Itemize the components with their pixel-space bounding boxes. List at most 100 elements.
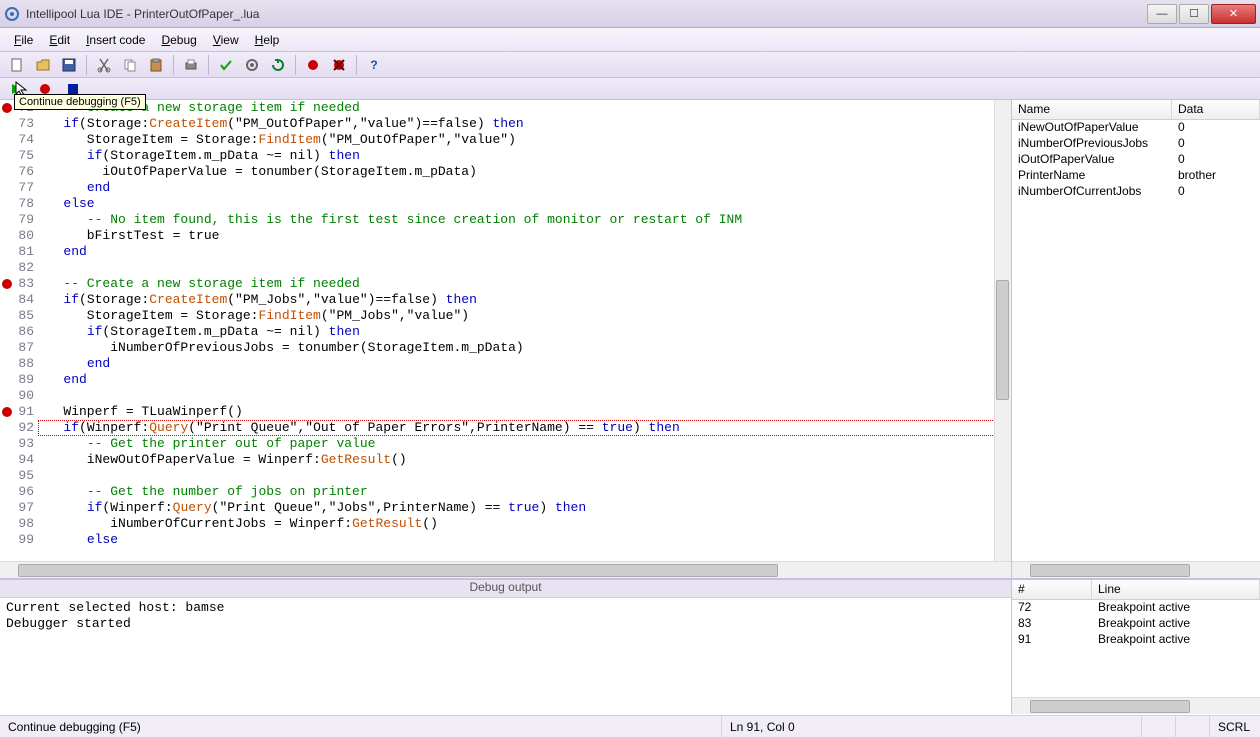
line-number[interactable]: 85 [0, 308, 34, 324]
code-area[interactable]: 7273747576777879808182838485868788899091… [0, 100, 1011, 561]
menu-view[interactable]: View [205, 31, 247, 49]
code-line[interactable]: end [38, 356, 1011, 372]
code-line[interactable]: if(StorageItem.m_pData ~= nil) then [38, 324, 1011, 340]
line-number[interactable]: 75 [0, 148, 34, 164]
code-line[interactable]: if(Storage:CreateItem("PM_Jobs","value")… [38, 292, 1011, 308]
new-file-button[interactable] [6, 54, 28, 76]
menu-help[interactable]: Help [247, 31, 288, 49]
line-number[interactable]: 80 [0, 228, 34, 244]
code-line[interactable]: if(StorageItem.m_pData ~= nil) then [38, 148, 1011, 164]
check-button[interactable] [215, 54, 237, 76]
code-line[interactable]: end [38, 180, 1011, 196]
code-line[interactable]: Winperf = TLuaWinperf() [38, 404, 1011, 420]
paste-button[interactable] [145, 54, 167, 76]
menu-edit[interactable]: Edit [41, 31, 78, 49]
code-line[interactable]: iNumberOfPreviousJobs = tonumber(Storage… [38, 340, 1011, 356]
line-gutter[interactable]: 7273747576777879808182838485868788899091… [0, 100, 38, 561]
line-number[interactable]: 86 [0, 324, 34, 340]
line-number[interactable]: 84 [0, 292, 34, 308]
breakpoint-row[interactable]: 91Breakpoint active [1012, 632, 1260, 648]
variables-body[interactable]: iNewOutOfPaperValue0iNumberOfPreviousJob… [1012, 120, 1260, 561]
breakpoints-header[interactable]: # Line [1012, 580, 1260, 600]
breakpoints-col-num[interactable]: # [1012, 580, 1092, 599]
line-number[interactable]: 92 [0, 420, 34, 436]
code-line[interactable]: if(Winperf:Query("Print Queue","Jobs",Pr… [38, 500, 1011, 516]
code-line[interactable]: iNewOutOfPaperValue = Winperf:GetResult(… [38, 452, 1011, 468]
line-number[interactable]: 99 [0, 532, 34, 548]
line-number[interactable]: 97 [0, 500, 34, 516]
code-line[interactable]: -- Create a new storage item if needed [38, 276, 1011, 292]
line-number[interactable]: 93 [0, 436, 34, 452]
breakpoint-remove-button[interactable] [328, 54, 350, 76]
menu-insert-code[interactable]: Insert code [78, 31, 153, 49]
code-line[interactable]: if(Winperf:Query("Print Queue","Out of P… [38, 420, 1011, 436]
code-body[interactable]: -- Create a new storage item if needed i… [38, 100, 1011, 561]
gear-button[interactable] [241, 54, 263, 76]
code-line[interactable] [38, 468, 1011, 484]
save-button[interactable] [58, 54, 80, 76]
line-number[interactable]: 81 [0, 244, 34, 260]
debug-output-body[interactable]: Current selected host: bamseDebugger sta… [0, 598, 1011, 714]
code-line[interactable]: end [38, 244, 1011, 260]
code-line[interactable]: else [38, 196, 1011, 212]
breakpoint-add-button[interactable] [302, 54, 324, 76]
variables-header[interactable]: Name Data [1012, 100, 1260, 120]
line-number[interactable]: 82 [0, 260, 34, 276]
menu-debug[interactable]: Debug [153, 31, 204, 49]
line-number[interactable]: 83 [0, 276, 34, 292]
refresh-button[interactable] [267, 54, 289, 76]
line-number[interactable]: 88 [0, 356, 34, 372]
code-line[interactable]: -- Get the printer out of paper value [38, 436, 1011, 452]
code-line[interactable]: iOutOfPaperValue = tonumber(StorageItem.… [38, 164, 1011, 180]
line-number[interactable]: 76 [0, 164, 34, 180]
variable-row[interactable]: iNumberOfCurrentJobs0 [1012, 184, 1260, 200]
variables-col-data[interactable]: Data [1172, 100, 1260, 119]
line-number[interactable]: 94 [0, 452, 34, 468]
line-number[interactable]: 78 [0, 196, 34, 212]
line-number[interactable]: 98 [0, 516, 34, 532]
code-line[interactable]: -- Get the number of jobs on printer [38, 484, 1011, 500]
breakpoint-row[interactable]: 72Breakpoint active [1012, 600, 1260, 616]
menu-file[interactable]: File [6, 31, 41, 49]
variable-row[interactable]: PrinterNamebrother [1012, 168, 1260, 184]
breakpoints-body[interactable]: 72Breakpoint active83Breakpoint active91… [1012, 600, 1260, 697]
copy-button[interactable] [119, 54, 141, 76]
line-number[interactable]: 96 [0, 484, 34, 500]
editor-horizontal-scrollbar[interactable] [0, 561, 1011, 578]
open-file-button[interactable] [32, 54, 54, 76]
line-number[interactable]: 95 [0, 468, 34, 484]
line-number[interactable]: 90 [0, 388, 34, 404]
maximize-button[interactable]: ☐ [1179, 4, 1209, 24]
line-number[interactable]: 77 [0, 180, 34, 196]
variables-horizontal-scrollbar[interactable] [1012, 561, 1260, 578]
line-number[interactable]: 74 [0, 132, 34, 148]
breakpoints-col-line[interactable]: Line [1092, 580, 1260, 599]
help-button[interactable]: ? [363, 54, 385, 76]
code-line[interactable] [38, 388, 1011, 404]
code-line[interactable] [38, 260, 1011, 276]
code-line[interactable]: bFirstTest = true [38, 228, 1011, 244]
breakpoints-horizontal-scrollbar[interactable] [1012, 697, 1260, 714]
code-line[interactable]: end [38, 372, 1011, 388]
code-line[interactable]: iNumberOfCurrentJobs = Winperf:GetResult… [38, 516, 1011, 532]
print-button[interactable] [180, 54, 202, 76]
line-number[interactable]: 91 [0, 404, 34, 420]
line-number[interactable]: 73 [0, 116, 34, 132]
cut-button[interactable] [93, 54, 115, 76]
code-line[interactable]: StorageItem = Storage:FindItem("PM_Jobs"… [38, 308, 1011, 324]
code-line[interactable]: -- No item found, this is the first test… [38, 212, 1011, 228]
variable-row[interactable]: iNewOutOfPaperValue0 [1012, 120, 1260, 136]
code-line[interactable]: StorageItem = Storage:FindItem("PM_OutOf… [38, 132, 1011, 148]
close-button[interactable]: ✕ [1211, 4, 1256, 24]
line-number[interactable]: 89 [0, 372, 34, 388]
breakpoint-row[interactable]: 83Breakpoint active [1012, 616, 1260, 632]
code-line[interactable]: -- Create a new storage item if needed [38, 100, 1011, 116]
line-number[interactable]: 87 [0, 340, 34, 356]
editor-vertical-scrollbar[interactable] [994, 100, 1011, 561]
variable-row[interactable]: iNumberOfPreviousJobs0 [1012, 136, 1260, 152]
variable-row[interactable]: iOutOfPaperValue0 [1012, 152, 1260, 168]
variables-col-name[interactable]: Name [1012, 100, 1172, 119]
code-line[interactable]: if(Storage:CreateItem("PM_OutOfPaper","v… [38, 116, 1011, 132]
code-line[interactable]: else [38, 532, 1011, 548]
line-number[interactable]: 79 [0, 212, 34, 228]
